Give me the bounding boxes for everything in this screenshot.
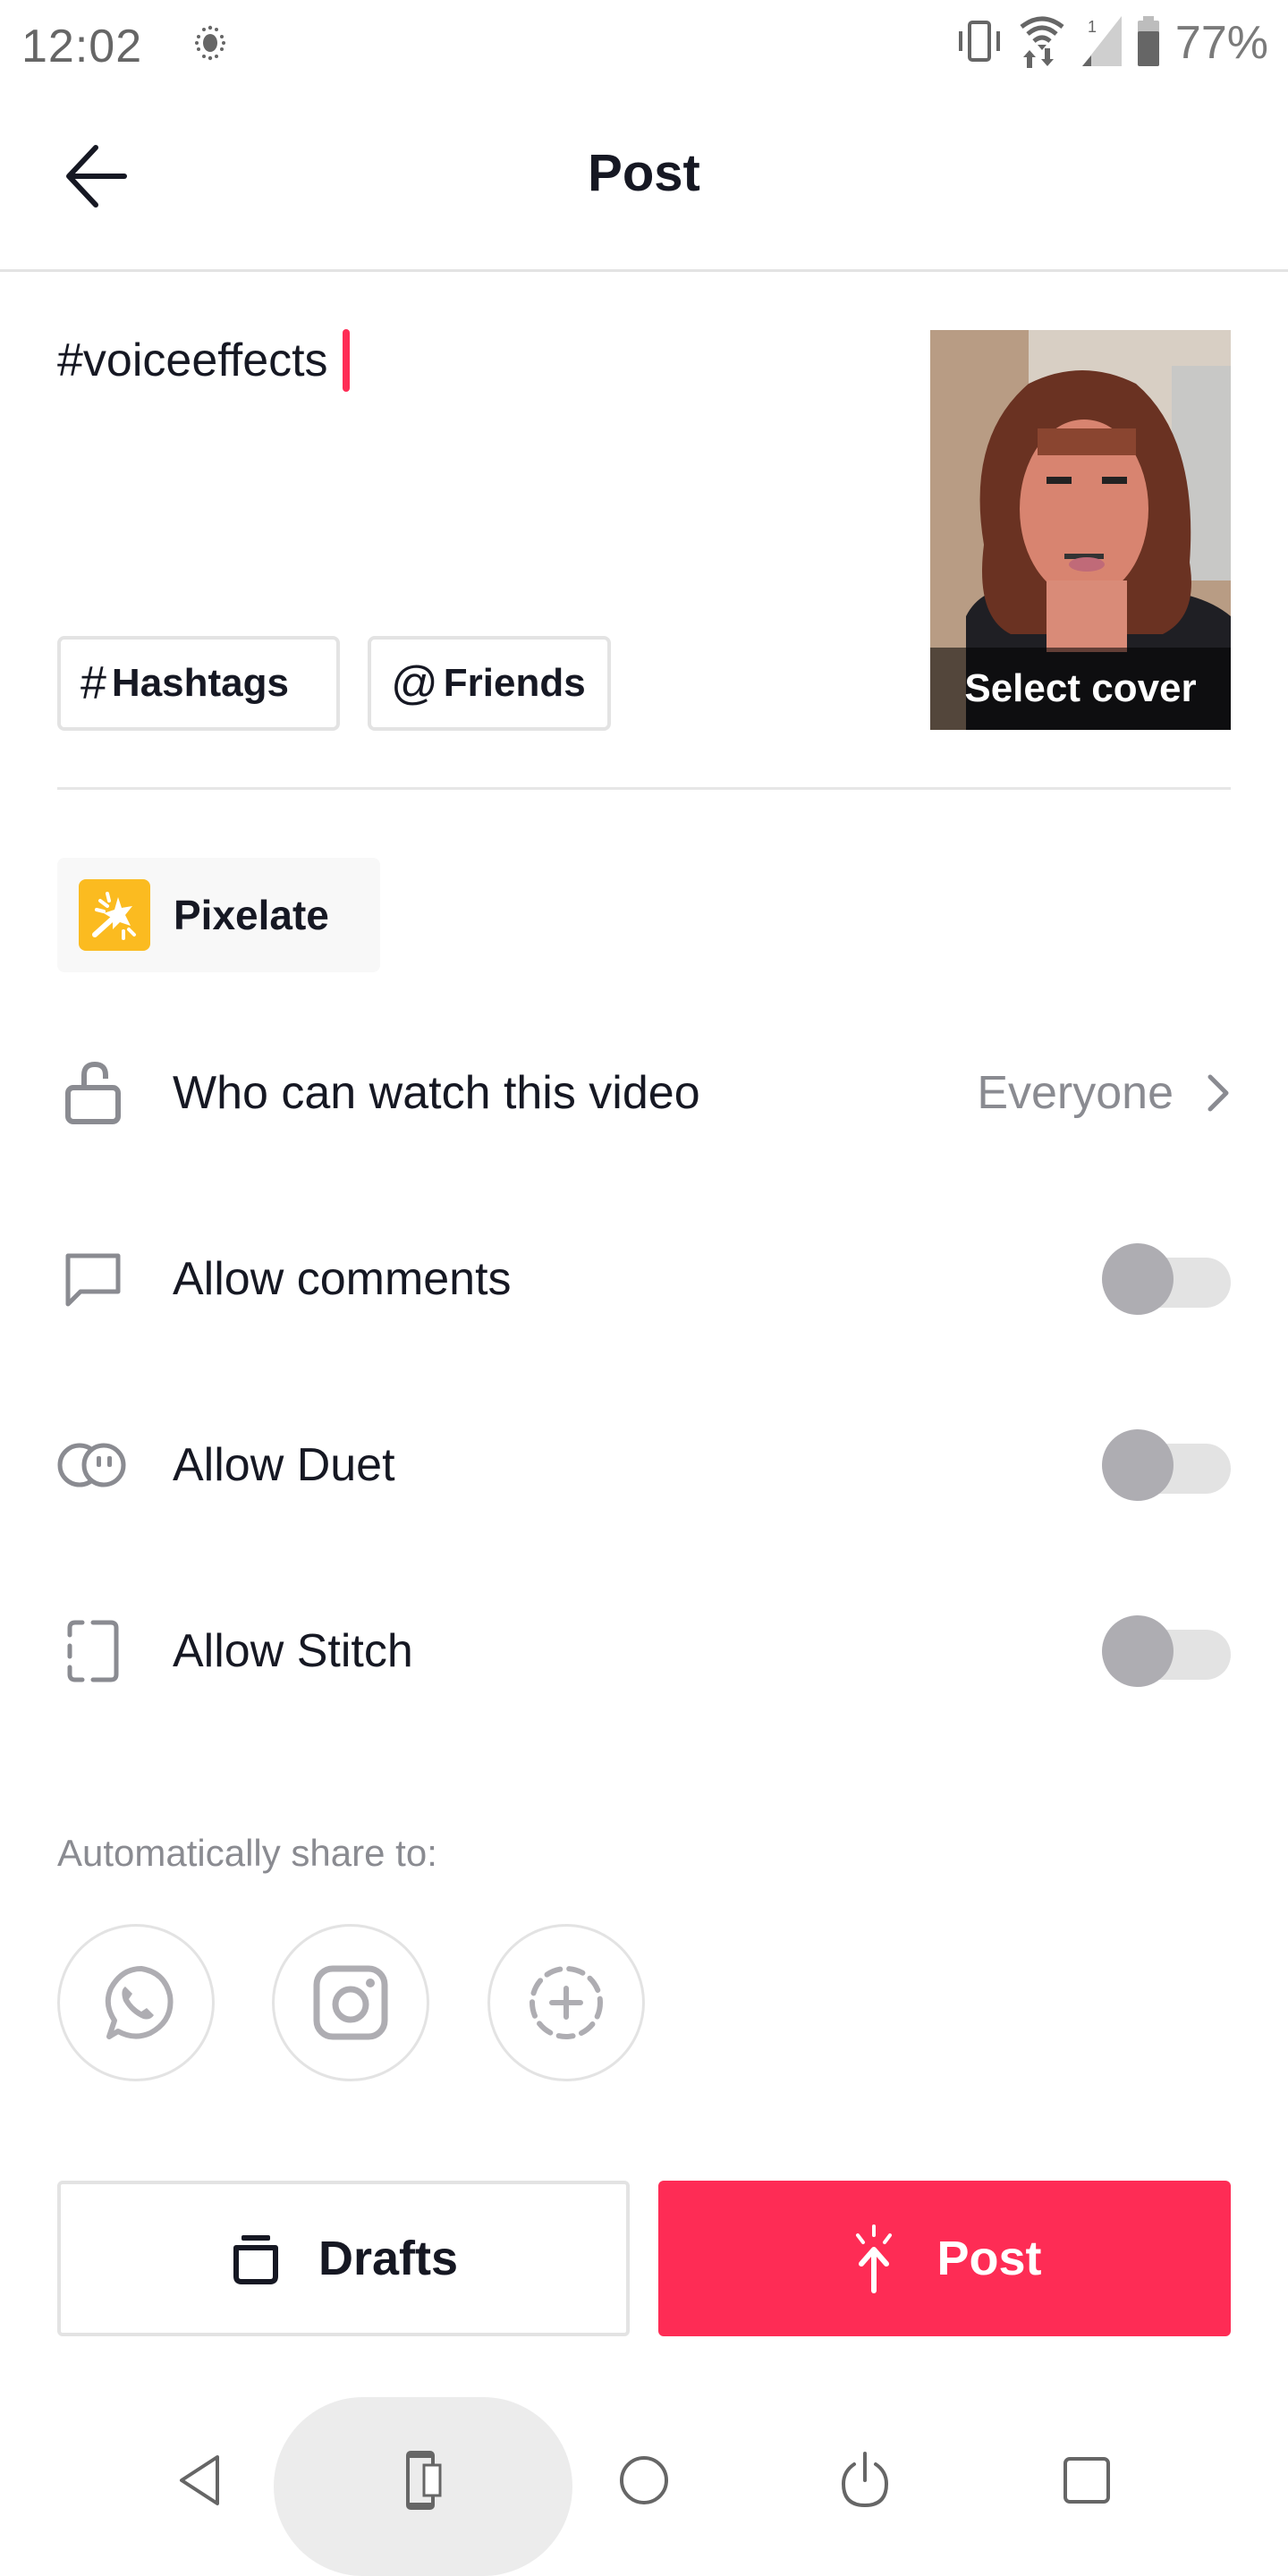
page-title: Post	[588, 144, 700, 202]
battery-percent: 77%	[1174, 17, 1268, 69]
vibrate-icon	[957, 19, 1002, 68]
post-label: Post	[936, 2232, 1042, 2285]
allow-duet-toggle[interactable]	[1102, 1429, 1231, 1501]
nav-power-button[interactable]	[816, 2431, 914, 2529]
allow-stitch-label: Allow Stitch	[173, 1625, 413, 1677]
recents-icon	[1063, 2457, 1110, 2504]
friends-label: Friends	[443, 661, 586, 705]
hashtag-icon: #	[80, 657, 106, 709]
select-cover-thumbnail[interactable]: Select cover	[930, 330, 1231, 730]
drafts-label: Drafts	[318, 2232, 459, 2285]
duet-icon	[57, 1429, 129, 1501]
privacy-value: Everyone	[977, 1067, 1174, 1119]
allow-stitch-toggle[interactable]	[1102, 1615, 1231, 1687]
battery-icon	[1137, 15, 1159, 71]
caption-input[interactable]: #voiceeffects	[57, 329, 350, 392]
power-icon	[841, 2452, 889, 2508]
instagram-icon	[313, 1965, 388, 2040]
nav-back-button[interactable]	[152, 2431, 250, 2529]
navigation-bar	[0, 2397, 1288, 2576]
allow-duet-row: Allow Duet	[0, 1394, 1288, 1537]
allow-comments-row: Allow comments	[0, 1208, 1288, 1351]
drafts-button[interactable]: Drafts	[57, 2181, 630, 2336]
comment-icon	[57, 1243, 129, 1315]
add-story-icon	[530, 1966, 603, 2039]
caption-text: #voiceeffects	[57, 335, 328, 386]
nav-recents-button[interactable]	[1038, 2431, 1136, 2529]
toggle-knob	[1102, 1243, 1174, 1315]
effect-label: Pixelate	[174, 892, 329, 938]
friends-button[interactable]: @ Friends	[368, 636, 611, 731]
back-icon	[180, 2455, 219, 2505]
effect-tag-pixelate[interactable]: Pixelate	[57, 858, 380, 972]
wifi-icon	[1018, 14, 1066, 72]
drafts-icon	[233, 2235, 278, 2284]
signal-icon: 1	[1081, 15, 1122, 71]
status-bar: 12:02 1 77%	[0, 0, 1288, 89]
whatsapp-icon	[105, 1966, 174, 2039]
privacy-label: Who can watch this video	[173, 1067, 700, 1119]
magic-wand-icon	[79, 879, 150, 951]
post-button[interactable]: Post	[658, 2181, 1231, 2336]
privacy-row[interactable]: Who can watch this video Everyone	[0, 1021, 1288, 1165]
status-time: 12:02	[21, 21, 143, 72]
chevron-right-icon	[1200, 1066, 1236, 1120]
toggle-knob	[1102, 1615, 1174, 1687]
at-icon: @	[391, 657, 438, 709]
section-divider	[57, 787, 1231, 790]
home-icon	[620, 2456, 668, 2504]
nav-home-button[interactable]	[595, 2431, 693, 2529]
toggle-knob	[1102, 1429, 1174, 1501]
allow-comments-label: Allow comments	[173, 1253, 512, 1305]
nav-rotate-button[interactable]	[376, 2431, 474, 2529]
allow-duet-label: Allow Duet	[173, 1439, 395, 1491]
header: Post	[0, 89, 1288, 272]
share-label: Automatically share to:	[57, 1832, 437, 1874]
brightness-icon	[195, 25, 225, 61]
allow-comments-toggle[interactable]	[1102, 1243, 1231, 1315]
svg-text:1: 1	[1088, 18, 1097, 36]
select-cover-label: Select cover	[930, 648, 1231, 730]
stitch-icon	[57, 1615, 129, 1687]
hashtags-label: Hashtags	[111, 661, 289, 705]
text-cursor	[342, 329, 350, 392]
share-add-button[interactable]	[487, 1924, 645, 2081]
post-upload-icon	[856, 2224, 893, 2293]
hashtags-button[interactable]: # Hashtags	[57, 636, 340, 731]
rotate-icon	[406, 2451, 442, 2510]
share-whatsapp-button[interactable]	[57, 1924, 215, 2081]
share-instagram-button[interactable]	[272, 1924, 429, 2081]
allow-stitch-row: Allow Stitch	[0, 1580, 1288, 1723]
unlock-icon	[57, 1057, 129, 1129]
